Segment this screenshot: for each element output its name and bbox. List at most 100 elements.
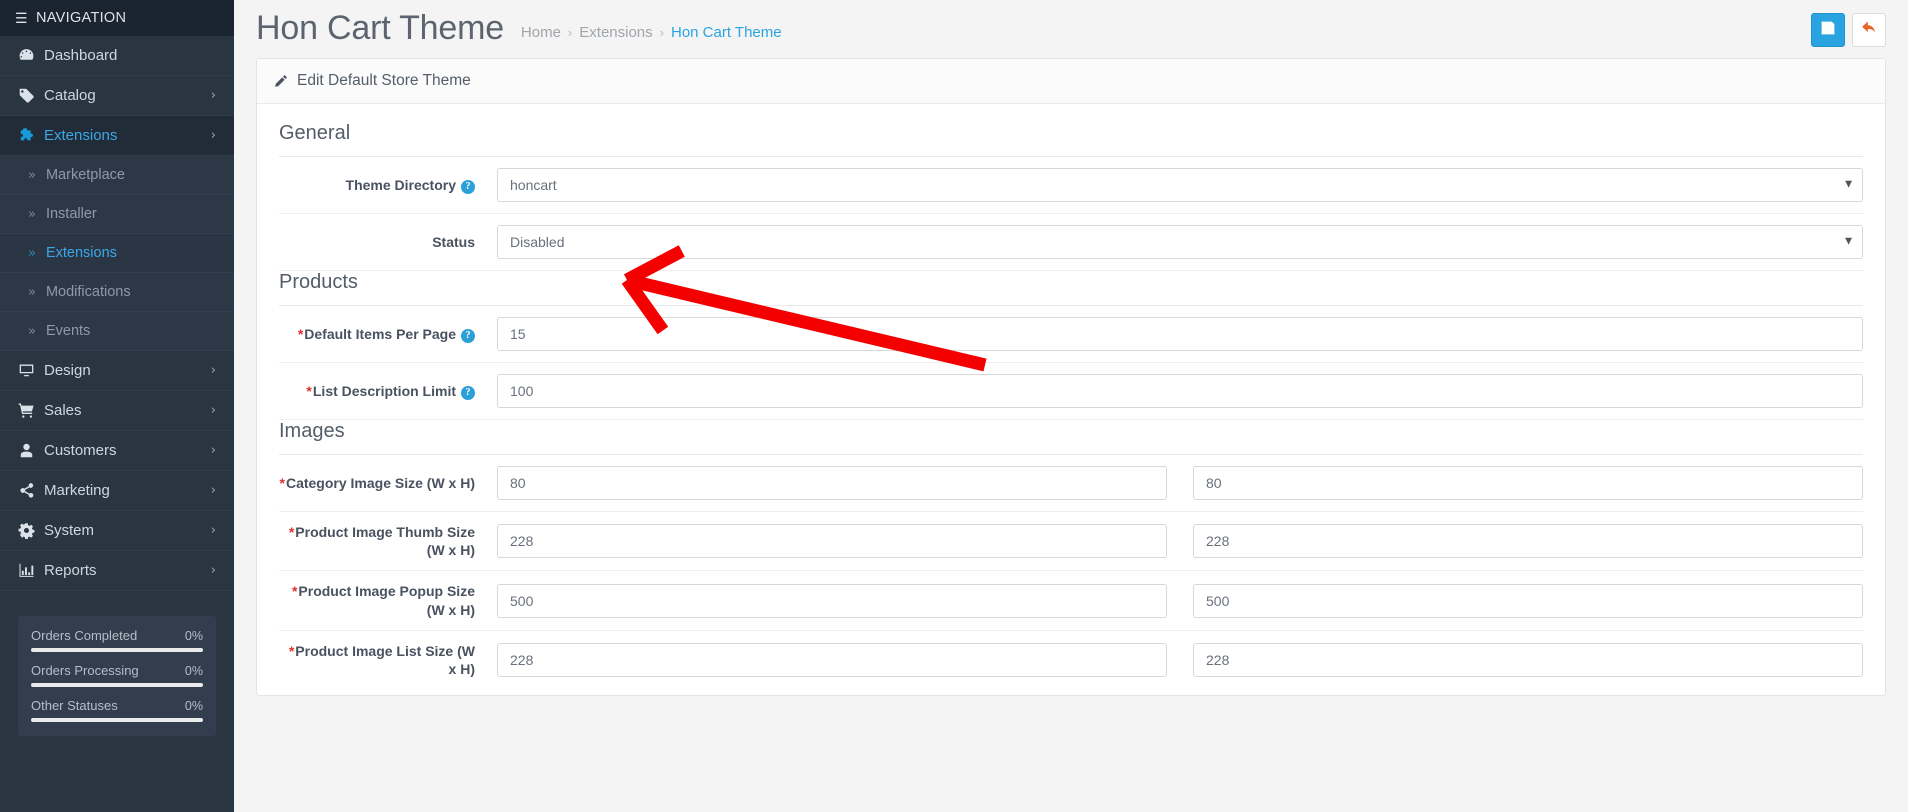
- stat-progress-bar: [31, 718, 203, 722]
- breadcrumb-current[interactable]: Hon Cart Theme: [671, 24, 782, 41]
- stat-label: Orders Completed: [31, 628, 138, 643]
- breadcrumb: Home › Extensions › Hon Cart Theme: [521, 16, 782, 41]
- product-thumb-width-input[interactable]: 228: [497, 524, 1167, 559]
- product-popup-height-input[interactable]: 500: [1193, 583, 1863, 618]
- monitor-icon: [18, 362, 44, 379]
- chart-icon: [18, 562, 44, 579]
- panel-heading: Edit Default Store Theme: [257, 59, 1885, 104]
- breadcrumb-extensions[interactable]: Extensions: [579, 24, 652, 41]
- chevron-right-icon: ›: [210, 563, 216, 578]
- form-row-status: Status Disabled ▼: [279, 214, 1863, 271]
- edit-theme-panel: Edit Default Store Theme General Theme D…: [256, 58, 1886, 697]
- page-title: Hon Cart Theme: [256, 8, 504, 47]
- sidebar-item-sales[interactable]: Sales ›: [0, 391, 234, 431]
- breadcrumb-home[interactable]: Home: [521, 24, 561, 41]
- status-select[interactable]: Disabled ▼: [497, 225, 1863, 259]
- sidebar-item-modifications[interactable]: » Modifications: [0, 273, 234, 312]
- sidebar-subitem-label: Marketplace: [45, 167, 125, 183]
- navigation-header-label: NAVIGATION: [36, 10, 127, 26]
- stat-orders-processing: Orders Processing 0%: [31, 663, 203, 687]
- input-value: 228: [1206, 533, 1230, 550]
- category-image-width-input[interactable]: 80: [497, 466, 1167, 500]
- field-label-text: Product Image Thumb Size (W x H): [295, 524, 475, 559]
- form-row-list-description-limit: *List Description Limit? 100: [279, 363, 1863, 420]
- input-value: 500: [510, 592, 534, 609]
- double-chevron-icon: »: [28, 245, 36, 261]
- sidebar-item-marketing[interactable]: Marketing ›: [0, 471, 234, 511]
- pencil-icon: [274, 74, 288, 88]
- save-icon: [1820, 20, 1836, 41]
- double-chevron-icon: »: [28, 323, 36, 339]
- field-label-text: Status: [432, 233, 475, 250]
- field-label: Status: [279, 233, 497, 251]
- user-icon: [18, 442, 44, 459]
- sidebar-item-marketplace[interactable]: » Marketplace: [0, 156, 234, 195]
- section-legend-images: Images: [279, 420, 1863, 455]
- back-button[interactable]: [1852, 13, 1886, 47]
- input-value: 228: [510, 533, 534, 550]
- help-icon[interactable]: ?: [461, 179, 475, 194]
- sidebar-item-system[interactable]: System ›: [0, 511, 234, 551]
- stat-percent: 0%: [184, 629, 203, 643]
- form-row-product-image-list-size: *Product Image List Size (W x H) 228 228: [279, 631, 1863, 689]
- navigation-header[interactable]: ☰ NAVIGATION: [0, 0, 234, 36]
- help-icon[interactable]: ?: [461, 385, 475, 400]
- input-value: 228: [1206, 651, 1230, 668]
- sidebar-item-design[interactable]: Design ›: [0, 351, 234, 391]
- sidebar-item-reports[interactable]: Reports ›: [0, 551, 234, 591]
- sidebar-item-label: Sales: [44, 402, 82, 419]
- sidebar-item-extensions[interactable]: Extensions ›: [0, 116, 234, 156]
- product-list-width-input[interactable]: 228: [497, 642, 1167, 677]
- product-list-height-input[interactable]: 228: [1193, 642, 1863, 677]
- breadcrumb-separator: ›: [659, 24, 664, 40]
- form-row-theme-directory: Theme Directory? honcart ▼: [279, 157, 1863, 214]
- chevron-right-icon: ›: [210, 443, 216, 458]
- theme-directory-select[interactable]: honcart ▼: [497, 168, 1863, 202]
- double-chevron-icon: »: [28, 284, 36, 300]
- product-popup-width-input[interactable]: 500: [497, 583, 1167, 618]
- header-actions: [1811, 9, 1886, 47]
- field-label: *Default Items Per Page?: [279, 325, 497, 343]
- required-marker: *: [279, 474, 285, 491]
- back-arrow-icon: [1861, 19, 1878, 41]
- sidebar-item-customers[interactable]: Customers ›: [0, 431, 234, 471]
- required-marker: *: [306, 382, 312, 399]
- sidebar-subitem-label: Modifications: [45, 284, 131, 300]
- panel-heading-label: Edit Default Store Theme: [297, 72, 471, 89]
- stat-orders-completed: Orders Completed 0%: [31, 628, 203, 652]
- form-row-category-image-size: *Category Image Size (W x H) 80 80: [279, 455, 1863, 512]
- sidebar-subitem-label: Extensions: [45, 245, 117, 261]
- chevron-down-icon: ▼: [1845, 179, 1852, 190]
- field-label-text: List Description Limit: [312, 382, 456, 399]
- sidebar-item-label: Marketing: [44, 482, 110, 499]
- section-legend-general: General: [279, 122, 1863, 157]
- sidebar-subitem-label: Installer: [45, 206, 97, 222]
- help-icon[interactable]: ?: [461, 328, 475, 343]
- sidebar-item-label: Dashboard: [44, 47, 118, 64]
- field-label: *Product Image Thumb Size (W x H): [279, 523, 497, 559]
- stat-percent: 0%: [184, 664, 203, 678]
- input-value: 228: [510, 651, 534, 668]
- field-label-text: Theme Directory: [345, 176, 456, 193]
- double-chevron-icon: »: [28, 167, 36, 183]
- sidebar-item-events[interactable]: » Events: [0, 312, 234, 351]
- sidebar-item-dashboard[interactable]: Dashboard: [0, 36, 234, 76]
- sidebar-item-label: Catalog: [44, 87, 96, 104]
- list-description-limit-input[interactable]: 100: [497, 374, 1863, 408]
- double-chevron-icon: »: [28, 206, 36, 222]
- form-row-product-image-popup-size: *Product Image Popup Size (W x H) 500 50…: [279, 571, 1863, 631]
- field-label: *Product Image Popup Size (W x H): [279, 582, 497, 618]
- save-button[interactable]: [1811, 13, 1845, 47]
- stat-percent: 0%: [184, 699, 203, 713]
- field-label-text: Default Items Per Page: [304, 325, 456, 342]
- sidebar-item-catalog[interactable]: Catalog ›: [0, 76, 234, 116]
- admin-page: ☰ NAVIGATION Dashboard Catalog › Extensi…: [0, 0, 1908, 812]
- hamburger-icon[interactable]: ☰: [15, 11, 30, 25]
- default-items-per-page-input[interactable]: 15: [497, 317, 1863, 351]
- sidebar-item-extensions-sub[interactable]: » Extensions: [0, 234, 234, 273]
- category-image-height-input[interactable]: 80: [1193, 466, 1863, 500]
- stat-other-statuses: Other Statuses 0%: [31, 698, 203, 722]
- puzzle-icon: [18, 127, 44, 144]
- product-thumb-height-input[interactable]: 228: [1193, 524, 1863, 559]
- sidebar-item-installer[interactable]: » Installer: [0, 195, 234, 234]
